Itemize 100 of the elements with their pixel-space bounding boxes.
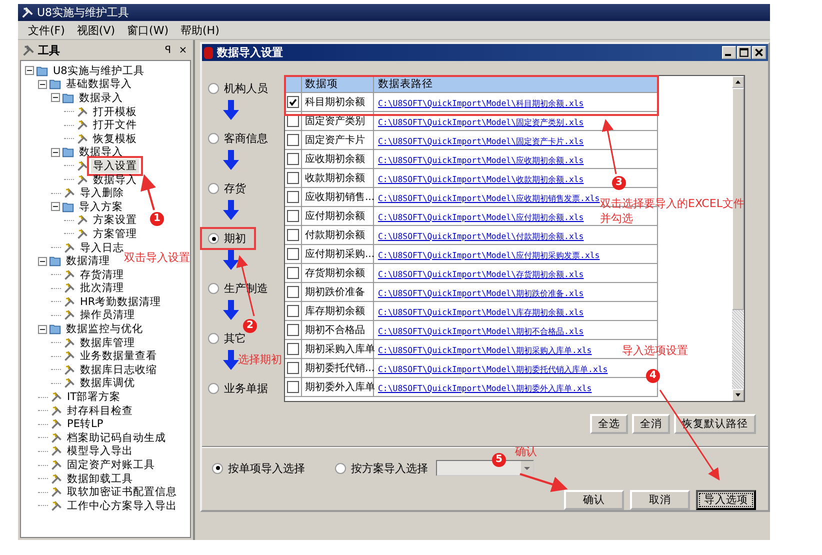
mode-radio[interactable]: 按方案导入选择	[335, 460, 428, 476]
file-path-link[interactable]: C:\U8SOFT\QuickImport\Model\期初委外入库单.xls	[378, 382, 592, 392]
file-path-link[interactable]: C:\U8SOFT\QuickImport\Model\固定资产卡片.xls	[378, 136, 584, 146]
tree-item[interactable]: 数据清理	[64, 254, 112, 268]
tree-item[interactable]: 批次清理	[78, 281, 126, 296]
row-checkbox[interactable]	[287, 362, 299, 374]
row-checkbox[interactable]	[287, 191, 299, 203]
tree-item[interactable]: 导入日志	[78, 240, 126, 255]
file-path-link[interactable]: C:\U8SOFT\QuickImport\Model\应收期初余额.xls	[378, 154, 584, 164]
tree-item[interactable]: 数据导入	[77, 145, 125, 160]
row-checkbox[interactable]	[287, 96, 299, 108]
row-checkbox[interactable]	[287, 153, 299, 165]
tree-item[interactable]: 方案设置	[91, 213, 139, 228]
tree-item[interactable]: 数据库管理	[78, 336, 137, 350]
file-path-link[interactable]: C:\U8SOFT\QuickImport\Model\付款期初余额.xls	[378, 230, 584, 240]
tree-item[interactable]: 数据录入	[77, 90, 125, 105]
tree-item[interactable]: 取软加密证书配置信息	[65, 485, 179, 500]
column-header[interactable]: 数据表路径	[374, 77, 657, 91]
tree-item[interactable]: 工作中心方案导入导出	[65, 498, 179, 513]
tree-item[interactable]: 打开模板	[91, 104, 139, 119]
file-path-link[interactable]: C:\U8SOFT\QuickImport\Model\期初跌价准备.xls	[378, 288, 584, 298]
file-path-link[interactable]: C:\U8SOFT\QuickImport\Model\存货期初余额.xls	[378, 268, 584, 278]
menu-item[interactable]: 帮助(H)	[180, 22, 220, 38]
category-radio[interactable]: 存货	[208, 181, 246, 196]
category-radio[interactable]: 业务单据	[208, 381, 268, 396]
file-path-link[interactable]: C:\U8SOFT\QuickImport\Model\应付期初余额.xls	[378, 212, 584, 222]
close-button[interactable]: ×	[177, 44, 189, 56]
collapse-toggle-icon[interactable]	[51, 148, 60, 157]
tree-item[interactable]: PE转LP	[65, 417, 106, 432]
tree-item[interactable]: 导入删除	[78, 186, 126, 200]
column-header[interactable]: 数据项	[302, 76, 374, 92]
row-checkbox[interactable]	[287, 115, 299, 127]
pin-button[interactable]: ꟼ	[162, 44, 174, 56]
close-button[interactable]	[752, 46, 766, 59]
row-checkbox[interactable]	[287, 305, 299, 317]
row-checkbox[interactable]	[287, 381, 299, 393]
file-path-link[interactable]: C:\U8SOFT\QuickImport\Model\库存期初余额.xls	[378, 306, 584, 316]
tree-item[interactable]: 业务数据量查看	[78, 349, 159, 364]
file-path-link[interactable]: C:\U8SOFT\QuickImport\Model\应收期初销售发票.xls	[378, 192, 600, 202]
scrollbar-thumb[interactable]	[732, 88, 744, 310]
tree-item[interactable]: 操作员清理	[78, 308, 137, 322]
dropdown-button[interactable]	[521, 461, 533, 475]
tree-item[interactable]: 模型导入导出	[65, 444, 135, 458]
row-checkbox[interactable]	[287, 134, 299, 146]
tree-item[interactable]: 导入设置	[91, 158, 139, 173]
category-radio[interactable]: 其它	[208, 331, 246, 346]
file-path-link[interactable]: C:\U8SOFT\QuickImport\Model\期初委托代销入库单.xls	[378, 364, 608, 374]
tree-item[interactable]: 方案管理	[91, 226, 139, 241]
tree-item[interactable]: 数据库日志收缩	[78, 362, 159, 377]
table-action-button[interactable]: 全消	[632, 414, 670, 434]
row-checkbox[interactable]	[287, 229, 299, 241]
tree-item[interactable]: IT部署方案	[65, 390, 123, 404]
file-path-link[interactable]: C:\U8SOFT\QuickImport\Model\期初不合格品.xls	[378, 326, 584, 336]
tree-item[interactable]: 基础数据导入	[64, 77, 134, 92]
tree-item[interactable]: 恢复模板	[91, 132, 139, 146]
row-checkbox[interactable]	[287, 210, 299, 222]
mode-radio[interactable]: 按单项导入选择	[212, 460, 305, 476]
scroll-up-button[interactable]	[732, 76, 744, 88]
dialog-button[interactable]: 导入选项	[696, 490, 756, 510]
collapse-toggle-icon[interactable]	[38, 324, 47, 334]
collapse-toggle-icon[interactable]	[51, 202, 60, 212]
collapse-toggle-icon[interactable]	[38, 256, 47, 266]
tree-item[interactable]: 固定资产对账工具	[65, 458, 157, 472]
row-checkbox[interactable]	[287, 343, 299, 355]
tree-item[interactable]: 打开文件	[91, 118, 139, 132]
tree-item[interactable]: 封存科目检查	[65, 404, 135, 418]
dialog-button[interactable]: 取消	[630, 490, 690, 510]
menu-item[interactable]: 视图(V)	[76, 22, 116, 38]
row-checkbox[interactable]	[287, 248, 299, 260]
dialog-button[interactable]: 确认	[564, 490, 624, 510]
menu-item[interactable]: 窗口(W)	[127, 22, 168, 38]
tree-item[interactable]: 档案助记码自动生成	[65, 430, 168, 445]
table-action-button[interactable]: 全选	[590, 414, 628, 434]
minimize-button[interactable]	[722, 46, 736, 59]
file-path-link[interactable]: C:\U8SOFT\QuickImport\Model\收款期初余额.xls	[378, 174, 584, 184]
tree-item[interactable]: 导入方案	[77, 200, 125, 214]
category-radio[interactable]: 期初	[208, 231, 246, 246]
tree-item[interactable]: U8实施与维护工具	[51, 64, 146, 78]
collapse-toggle-icon[interactable]	[51, 93, 60, 102]
tree-item[interactable]: HR考勤数据清理	[78, 294, 164, 309]
scroll-down-button[interactable]	[732, 389, 744, 401]
tree-item[interactable]: 存货清理	[78, 268, 126, 282]
tree-item[interactable]: 数据监控与优化	[64, 322, 145, 336]
row-checkbox[interactable]	[287, 267, 299, 279]
menu-item[interactable]: 文件(F)	[28, 22, 65, 38]
vertical-scrollbar[interactable]	[732, 76, 744, 401]
row-checkbox[interactable]	[287, 286, 299, 298]
file-path-link[interactable]: C:\U8SOFT\QuickImport\Model\科目期初余额.xls	[378, 98, 584, 108]
collapse-toggle-icon[interactable]	[38, 80, 47, 89]
tree-item[interactable]: 数据卸载工具	[65, 472, 135, 486]
tree-item[interactable]: 数据库调优	[78, 376, 137, 390]
maximize-button[interactable]	[737, 46, 751, 59]
row-checkbox[interactable]	[287, 324, 299, 336]
category-radio[interactable]: 机构人员	[208, 81, 268, 96]
file-path-link[interactable]: C:\U8SOFT\QuickImport\Model\应付期初采购发票.xls	[378, 250, 600, 260]
collapse-toggle-icon[interactable]	[25, 66, 34, 76]
row-checkbox[interactable]	[287, 172, 299, 184]
file-path-link[interactable]: C:\U8SOFT\QuickImport\Model\期初采购入库单.xls	[378, 344, 592, 354]
file-path-link[interactable]: C:\U8SOFT\QuickImport\Model\固定资产类别.xls	[378, 116, 584, 126]
tree-item[interactable]: 数据导入	[91, 172, 139, 187]
